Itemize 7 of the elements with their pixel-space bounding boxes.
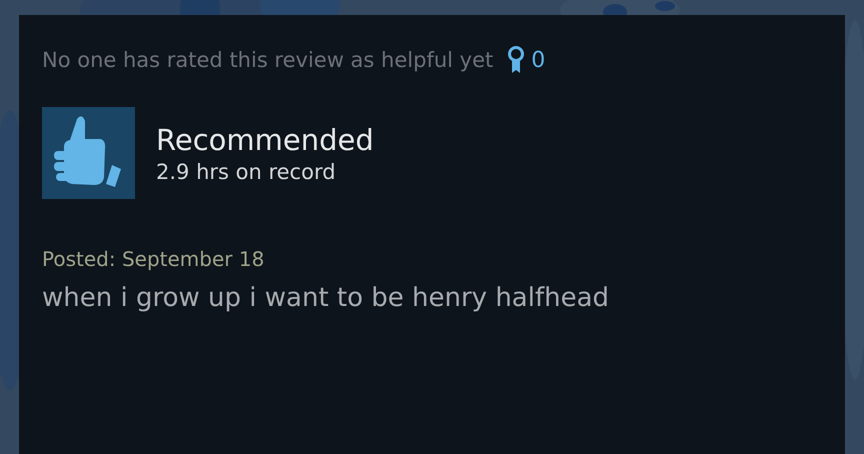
award-count: 0 bbox=[531, 48, 546, 72]
hours-on-record: 2.9 hrs on record bbox=[156, 160, 337, 184]
verdict-label: Recommended bbox=[156, 122, 374, 158]
posted-date: Posted: September 18 bbox=[42, 247, 266, 271]
award-icon[interactable] bbox=[507, 45, 526, 75]
helpful-status: No one has rated this review as helpful yet bbox=[42, 48, 494, 72]
review-text: when i grow up i want to be henry halfhead bbox=[42, 283, 610, 313]
